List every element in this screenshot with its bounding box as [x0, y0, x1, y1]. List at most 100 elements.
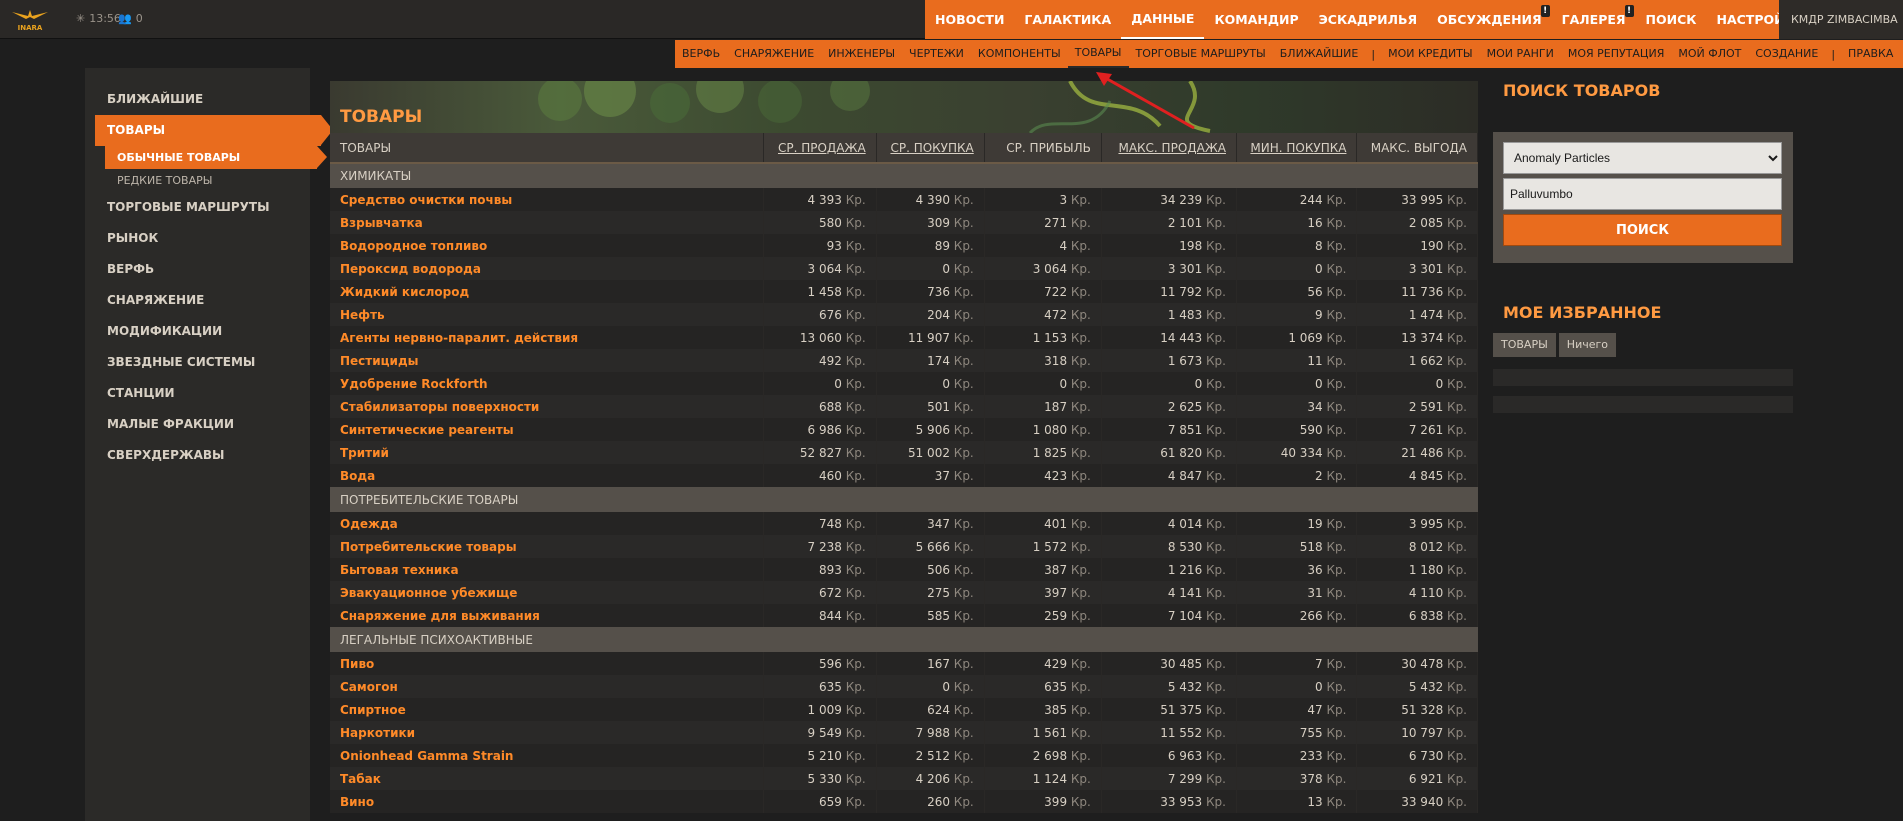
commodity-link[interactable]: Стабилизаторы поверхности	[330, 395, 765, 418]
commodity-link[interactable]: Удобрение Rockforth	[330, 372, 765, 395]
subnav-item-3[interactable]: ЧЕРТЕЖИ	[902, 40, 971, 68]
sidebar-item-2[interactable]: ТОРГОВЫЕ МАРШРУТЫ	[85, 192, 310, 223]
price-unit: Кр.	[953, 585, 974, 600]
nav-item-4[interactable]: ЭСКАДРИЛЬЯ	[1309, 0, 1428, 39]
price-value: 518	[1299, 539, 1323, 554]
nav-item-7[interactable]: ПОИСК	[1636, 0, 1707, 39]
column-header-0[interactable]: ТОВАРЫ	[330, 133, 765, 164]
subnav-item-12[interactable]: МОЙ ФЛОТ	[1671, 40, 1748, 68]
commodity-link[interactable]: Снаряжение для выживания	[330, 604, 765, 627]
column-header-3[interactable]: СР. ПРИБЫЛЬ	[984, 133, 1102, 164]
price-value: 492	[818, 353, 842, 368]
sidebar-item-8[interactable]: СТАНЦИИ	[85, 378, 310, 409]
nav-item-3[interactable]: КОМАНДИР	[1204, 0, 1308, 39]
subnav-item-7[interactable]: БЛИЖАЙШИЕ	[1273, 40, 1366, 68]
commodity-link[interactable]: Агенты нервно-паралит. действия	[330, 326, 765, 349]
price-cell: 13 374 Кр.	[1356, 326, 1478, 349]
commodity-link[interactable]: Спиртное	[330, 698, 765, 721]
commodity-link[interactable]: Тритий	[330, 441, 765, 464]
commodity-link[interactable]: Бытовая техника	[330, 558, 765, 581]
commodity-link[interactable]: Пиво	[330, 652, 765, 675]
sidebar-item-4[interactable]: ВЕРФЬ	[85, 254, 310, 285]
nav-item-1[interactable]: ГАЛАКТИКА	[1014, 0, 1121, 39]
sidebar-subitem-0[interactable]: ОБЫЧНЫЕ ТОВАРЫ	[105, 146, 327, 169]
subnav-item-2[interactable]: ИНЖЕНЕРЫ	[821, 40, 902, 68]
commodity-link[interactable]: Водородное топливо	[330, 234, 765, 257]
sidebar-item-6[interactable]: МОДИФИКАЦИИ	[85, 316, 310, 347]
column-header-6[interactable]: МАКС. ВЫГОДА	[1356, 133, 1478, 164]
subnav-item-6[interactable]: ТОРГОВЫЕ МАРШРУТЫ	[1129, 40, 1273, 68]
price-cell: 51 375 Кр.	[1101, 698, 1237, 721]
sidebar-item-0[interactable]: БЛИЖАЙШИЕ	[85, 84, 310, 115]
price-cell: 11 Кр.	[1236, 349, 1358, 372]
nav-item-6[interactable]: ГАЛЕРЕЯ!	[1552, 0, 1636, 39]
commodity-link[interactable]: Вино	[330, 790, 765, 813]
commodity-link[interactable]: Эвакуационное убежище	[330, 581, 765, 604]
nav-item-2[interactable]: ДАННЫЕ	[1121, 0, 1205, 39]
column-header-4[interactable]: МАКС. ПРОДАЖА	[1101, 133, 1237, 164]
commodity-link[interactable]: Взрывчатка	[330, 211, 765, 234]
subnav-item-10[interactable]: МОИ РАНГИ	[1480, 40, 1561, 68]
price-unit: Кр.	[845, 192, 866, 207]
subnav-item-5[interactable]: ТОВАРЫ	[1067, 40, 1129, 68]
price-unit: Кр.	[1206, 215, 1226, 230]
search-button[interactable]: ПОИСК	[1503, 214, 1782, 246]
subnav-item-0[interactable]: ВЕРФЬ	[675, 40, 727, 68]
nav-item-5[interactable]: ОБСУЖДЕНИЯ!	[1427, 0, 1552, 39]
subnav-item-11[interactable]: МОЯ РЕПУТАЦИЯ	[1561, 40, 1672, 68]
price-value: 0	[1059, 376, 1068, 391]
commodity-link[interactable]: Наркотики	[330, 721, 765, 744]
column-header-5[interactable]: МИН. ПОКУПКА	[1236, 133, 1358, 164]
commodity-link[interactable]: Средство очистки почвы	[330, 188, 765, 211]
price-value: 204	[927, 307, 950, 322]
favorites-tab-1[interactable]: Ничего	[1558, 333, 1616, 357]
price-value: 580	[818, 215, 842, 230]
price-value: 4 014	[1167, 516, 1203, 531]
price-value: 2 698	[1032, 748, 1068, 763]
price-cell: 2 625 Кр.	[1101, 395, 1237, 418]
subnav-item-9[interactable]: МОИ КРЕДИТЫ	[1381, 40, 1480, 68]
price-value: 3 301	[1167, 261, 1203, 276]
price-unit: Кр.	[1447, 585, 1467, 600]
commodity-link[interactable]: Onionhead Gamma Strain	[330, 744, 765, 767]
column-header-1[interactable]: СР. ПРОДАЖА	[763, 133, 877, 164]
commodity-link[interactable]: Пестициды	[330, 349, 765, 372]
subnav-item-4[interactable]: КОМПОНЕНТЫ	[971, 40, 1068, 68]
price-value: 40 334	[1280, 445, 1323, 460]
nav-item-0[interactable]: НОВОСТИ	[925, 0, 1014, 39]
commodity-link[interactable]: Жидкий кислород	[330, 280, 765, 303]
commodity-link[interactable]: Самогон	[330, 675, 765, 698]
price-cell: 7 Кр.	[1236, 652, 1358, 675]
price-cell: 174 Кр.	[876, 349, 985, 372]
sidebar-item-9[interactable]: МАЛЫЕ ФРАКЦИИ	[85, 409, 310, 440]
price-value: 688	[818, 399, 842, 414]
column-header-2[interactable]: СР. ПОКУПКА	[876, 133, 985, 164]
sidebar-item-10[interactable]: СВЕРХДЕРЖАВЫ	[85, 440, 310, 471]
subnav-item-15[interactable]: ПРАВКА	[1841, 40, 1900, 68]
sidebar-subitem-1[interactable]: РЕДКИЕ ТОВАРЫ	[85, 169, 310, 192]
commodity-link[interactable]: Синтетические реагенты	[330, 418, 765, 441]
price-cell: 0 Кр.	[876, 675, 985, 698]
commodity-link[interactable]: Пероксид водорода	[330, 257, 765, 280]
commander-name[interactable]: КМДР ZIMBACIMBA	[1779, 0, 1903, 39]
commodity-link[interactable]: Нефть	[330, 303, 765, 326]
commodity-link[interactable]: Табак	[330, 767, 765, 790]
favorites-tab-0[interactable]: ТОВАРЫ	[1493, 333, 1556, 357]
commodity-link[interactable]: Одежда	[330, 512, 765, 535]
sidebar-item-5[interactable]: СНАРЯЖЕНИЕ	[85, 285, 310, 316]
price-cell: 385 Кр.	[984, 698, 1102, 721]
inara-logo[interactable]: INARA	[10, 6, 50, 32]
commodity-link[interactable]: Вода	[330, 464, 765, 487]
price-unit: Кр.	[1070, 399, 1091, 414]
sidebar-item-1[interactable]: ТОВАРЫ	[95, 115, 333, 146]
system-input[interactable]	[1503, 178, 1782, 210]
price-unit: Кр.	[845, 748, 866, 763]
price-cell: 5 432 Кр.	[1101, 675, 1237, 698]
subnav-item-1[interactable]: СНАРЯЖЕНИЕ	[727, 40, 821, 68]
price-unit: Кр.	[1070, 284, 1091, 299]
commodity-select[interactable]: Anomaly Particles	[1503, 142, 1782, 174]
sidebar-item-3[interactable]: РЫНОК	[85, 223, 310, 254]
commodity-link[interactable]: Потребительские товары	[330, 535, 765, 558]
subnav-item-13[interactable]: СОЗДАНИЕ	[1748, 40, 1825, 68]
sidebar-item-7[interactable]: ЗВЕЗДНЫЕ СИСТЕМЫ	[85, 347, 310, 378]
